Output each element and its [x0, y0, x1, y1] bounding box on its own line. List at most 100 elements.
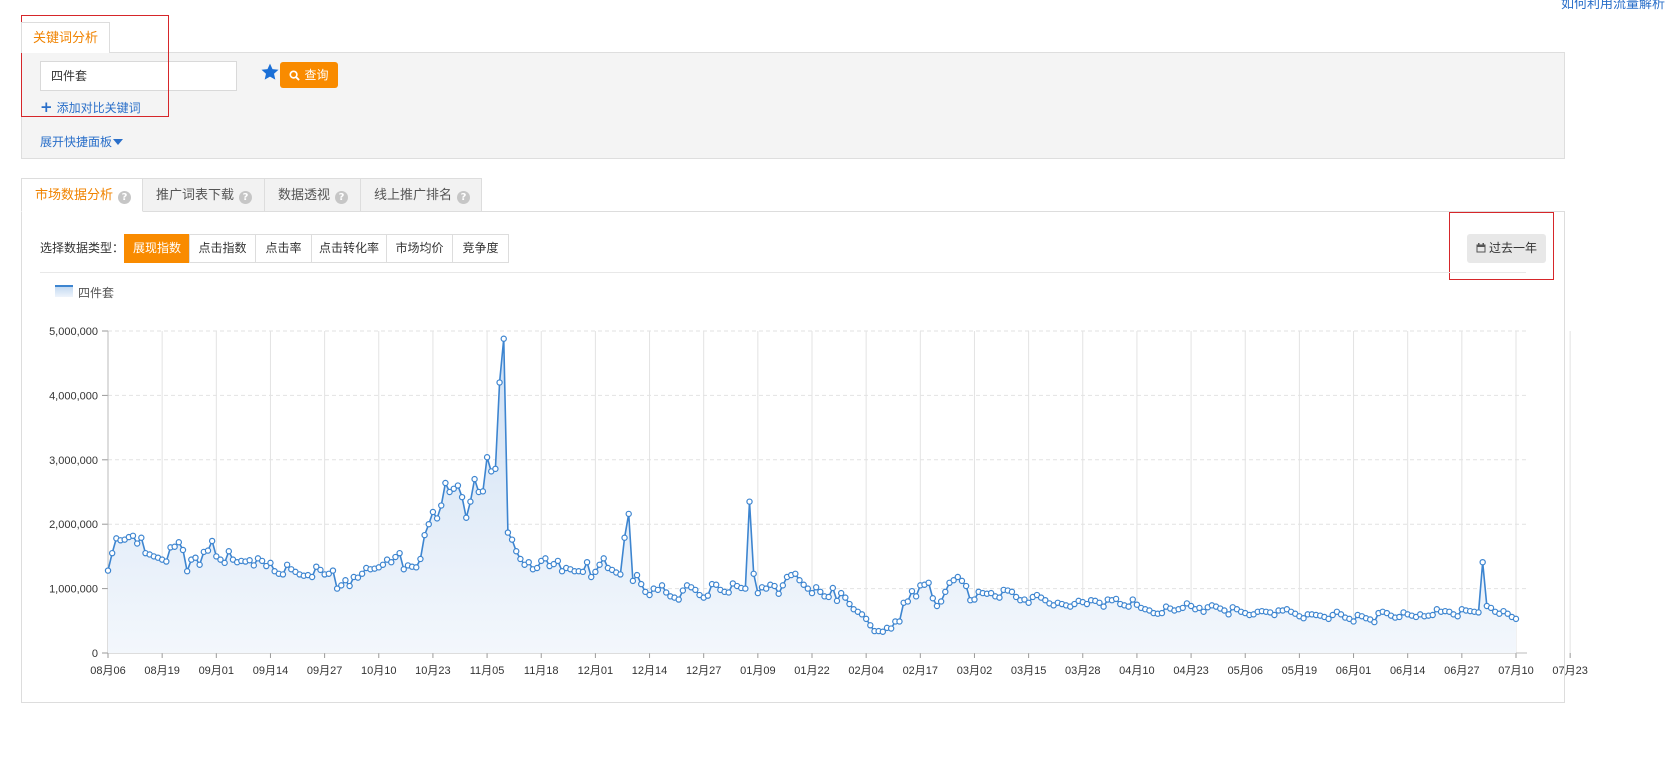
data-point	[596, 561, 603, 568]
data-point	[1371, 618, 1378, 626]
data-point	[163, 558, 170, 565]
help-icon[interactable]: ?	[118, 191, 132, 204]
highlight-box-range	[1449, 212, 1554, 280]
tab-keyword-download-label: 推广词表下载	[156, 188, 235, 203]
data-point	[342, 577, 349, 584]
expand-quick-panel-link[interactable]: 展开快捷面板	[40, 133, 124, 150]
help-icon[interactable]: ?	[457, 191, 471, 204]
tab-online-ranking-label: 线上推广排名	[374, 188, 453, 203]
tab-market-data[interactable]: 市场数据分析?	[21, 178, 143, 212]
data-point	[346, 582, 353, 590]
help-icon[interactable]: ?	[335, 191, 349, 204]
data-point	[533, 564, 541, 572]
y-tick-label: 0	[92, 648, 98, 660]
data-type-impressions[interactable]: 展现指数	[124, 234, 190, 263]
data-point	[579, 568, 587, 576]
y-tick-label: 3,000,000	[49, 455, 98, 467]
data-point	[779, 582, 787, 589]
data-point	[629, 577, 637, 585]
data-point	[908, 587, 916, 595]
data-point	[808, 589, 816, 597]
x-tick-label: 02月17	[903, 665, 938, 677]
x-tick-label: 03月28	[1065, 665, 1100, 677]
data-point	[621, 534, 628, 541]
x-tick-label: 01月22	[794, 665, 829, 677]
data-point	[588, 573, 595, 581]
data-point	[483, 454, 491, 461]
data-point	[837, 589, 845, 597]
data-point	[204, 547, 212, 554]
tab-market-data-label: 市场数据分析	[35, 188, 114, 203]
help-icon[interactable]: ?	[239, 191, 253, 204]
data-point	[283, 561, 291, 568]
data-point	[504, 529, 512, 536]
data-point	[858, 611, 866, 618]
data-point	[942, 588, 949, 596]
data-point	[425, 520, 432, 528]
y-tick-label: 4,000,000	[49, 390, 98, 402]
x-tick-label: 11月18	[524, 665, 559, 677]
data-type-competition[interactable]: 竞争度	[452, 234, 509, 263]
tab-data-pivot[interactable]: 数据透视?	[264, 178, 361, 212]
data-point	[179, 546, 187, 554]
tab-keyword-analysis[interactable]: 关键词分析	[21, 22, 110, 53]
data-point	[246, 557, 253, 564]
data-type-avg-price[interactable]: 市场均价	[386, 234, 453, 263]
x-tick-label: 01月09	[740, 665, 775, 677]
x-tick-label: 09月14	[253, 665, 288, 677]
data-point	[433, 515, 441, 522]
data-point	[379, 561, 387, 568]
data-point	[471, 475, 478, 483]
data-point	[792, 570, 799, 577]
data-point	[104, 567, 112, 574]
y-tick-label: 5,000,000	[49, 326, 98, 338]
data-point	[1025, 599, 1032, 606]
data-point	[962, 582, 970, 590]
x-tick-label: 12月14	[632, 665, 667, 677]
data-point	[617, 571, 624, 578]
data-type-ctr[interactable]: 点击率	[255, 234, 312, 263]
data-point	[750, 570, 757, 577]
data-point	[267, 559, 274, 567]
tab-online-ranking[interactable]: 线上推广排名?	[360, 178, 482, 212]
data-point	[912, 593, 920, 600]
data-point	[1158, 609, 1166, 617]
x-tick-label: 03月02	[957, 665, 992, 677]
x-tick-label: 12月01	[578, 665, 613, 677]
data-type-conversion[interactable]: 点击转化率	[311, 234, 387, 263]
data-point	[1475, 609, 1482, 616]
data-point	[1429, 611, 1436, 619]
data-point	[937, 598, 945, 605]
data-point	[842, 594, 849, 601]
x-tick-label: 03月15	[1011, 665, 1046, 677]
query-button-label: 查询	[304, 68, 329, 82]
data-point	[554, 557, 562, 565]
data-point	[825, 593, 832, 601]
query-button[interactable]: 查询	[280, 62, 338, 88]
data-point	[958, 577, 966, 585]
data-point	[933, 602, 941, 610]
star-icon[interactable]	[260, 62, 280, 82]
data-point	[129, 532, 137, 539]
data-point	[308, 573, 316, 581]
data-point	[1271, 611, 1278, 619]
data-point	[317, 566, 324, 574]
keyword-search-panel	[21, 52, 1565, 159]
data-point	[183, 568, 191, 575]
data-point	[542, 555, 549, 562]
impressions-area-chart: 0 1,000,000 2,000,000 3,000,000 4,000,000 5,0…	[49, 326, 1588, 677]
tab-keyword-download[interactable]: 推广词表下载?	[142, 178, 265, 212]
data-point	[704, 592, 712, 599]
data-type-clicks[interactable]: 点击指数	[189, 234, 256, 263]
data-point	[712, 581, 720, 588]
data-point	[638, 580, 645, 588]
data-point	[442, 479, 449, 487]
data-point	[133, 540, 141, 547]
x-tick-label: 09月27	[307, 665, 342, 677]
x-tick-label: 08月06	[90, 665, 125, 677]
data-point	[1350, 618, 1357, 625]
data-point	[675, 596, 682, 603]
data-point	[417, 555, 424, 563]
help-link[interactable]: 如何利用流量解析	[1561, 0, 1665, 12]
data-point	[1396, 613, 1403, 621]
